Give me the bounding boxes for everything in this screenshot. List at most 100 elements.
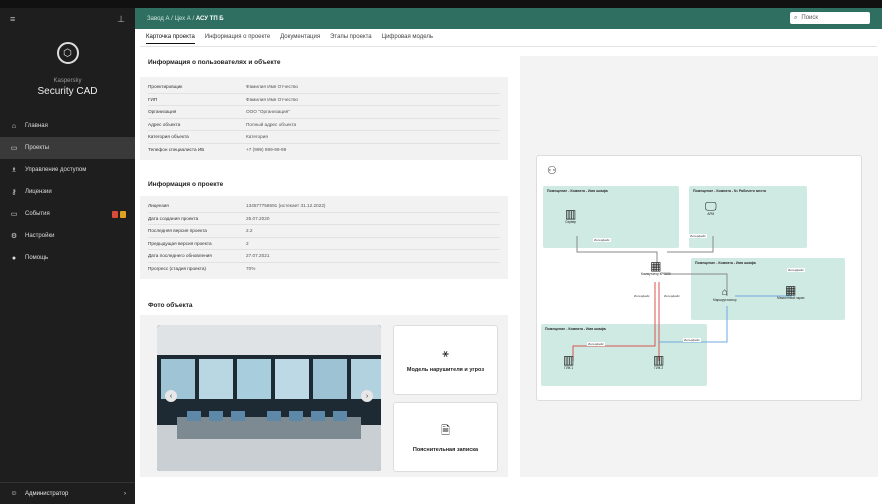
shield-logo-icon: ⬡ bbox=[56, 42, 79, 64]
sidebar-item-label: Настройки bbox=[25, 233, 55, 239]
table-row: ГИП Фамилия Имя Отчество bbox=[148, 94, 500, 106]
breadcrumb: Завод А / Цех А / АСУ ТП Б bbox=[147, 15, 224, 22]
table-row: Дата последнего обновления 27.07.2021 bbox=[148, 250, 500, 263]
link-label: Интерфейс bbox=[787, 268, 805, 272]
row-value: 2.2 bbox=[246, 228, 253, 234]
row-key: Дата создания проекта bbox=[148, 215, 199, 221]
sidebar-item[interactable]: ⚙ Настройки bbox=[0, 225, 135, 247]
row-value: 2 bbox=[246, 240, 249, 246]
sidebar-item[interactable]: ⚷ Лицензии bbox=[0, 181, 135, 203]
table-row: Организация ООО "Организация" bbox=[148, 106, 500, 119]
sidebar-item-label: Помощь bbox=[25, 255, 49, 261]
help-icon: ● bbox=[11, 254, 17, 262]
section-title-project: Информация о проекте bbox=[148, 181, 224, 188]
row-key: Категория объекта bbox=[148, 134, 189, 140]
status-badge bbox=[112, 210, 118, 218]
status-badge bbox=[120, 210, 126, 218]
row-value: Категория bbox=[246, 134, 268, 140]
table-row: Предыдущая версия проекта 2 bbox=[148, 238, 500, 250]
chevron-right-icon: › bbox=[124, 490, 126, 497]
folder-icon: ▭ bbox=[10, 145, 18, 152]
sidebar-item[interactable]: ● Помощь bbox=[0, 247, 135, 269]
tab[interactable]: Информация о проекте bbox=[205, 34, 270, 44]
row-key: Адрес объекта bbox=[148, 121, 181, 127]
sidebar-item-label: События bbox=[25, 211, 50, 217]
firewall-device[interactable]: ▦ Межсетевой экран bbox=[777, 284, 804, 300]
search-input[interactable]: ⌕ Поиск bbox=[790, 12, 870, 24]
collapse-icon[interactable]: ⊥ bbox=[117, 14, 125, 25]
table-row: Дата создания проекта 25.07.2020 bbox=[148, 213, 500, 225]
sidebar-item-label: Управление доступом bbox=[25, 167, 87, 173]
row-value: Фамилия Имя Отчество bbox=[246, 84, 299, 90]
search-icon: ⌕ bbox=[794, 14, 798, 21]
link-label: Интерфейс bbox=[683, 338, 701, 342]
user-name: Администратор bbox=[25, 490, 69, 497]
tab[interactable]: Карточка проекта bbox=[146, 34, 195, 44]
row-value: 134577758691 (истекает 31.12.2022) bbox=[246, 203, 326, 209]
explanatory-note-card[interactable]: 🗎 Пояснительная записка bbox=[393, 402, 498, 472]
table-row: Категория объекта Категория bbox=[148, 131, 500, 144]
user-menu[interactable]: ☺ Администратор › bbox=[0, 482, 135, 504]
link-label: Интерфейс bbox=[689, 234, 707, 238]
breadcrumb-item[interactable]: Завод А bbox=[147, 16, 169, 22]
row-key: Лицензия bbox=[148, 203, 169, 209]
workstation-device[interactable]: 🖵 АРМ bbox=[705, 200, 717, 216]
plc-icon: ▥ bbox=[653, 353, 665, 367]
table-row: Адрес объекта Полный адрес объекта bbox=[148, 119, 500, 131]
tab[interactable]: Цифровая модель bbox=[382, 34, 433, 44]
sidebar-nav: ⌂ Главная ▭ Проекты ♗ Управление доступом ⚷ Лиц… bbox=[0, 115, 135, 269]
section-title-users: Информация о пользователях и объекте bbox=[148, 59, 281, 66]
tab[interactable]: Документация bbox=[280, 34, 320, 44]
server-device[interactable]: ▥ Сервер bbox=[565, 208, 576, 224]
brand-small: Kaspersky bbox=[53, 78, 82, 84]
users-icon: ♗ bbox=[10, 167, 18, 174]
sidebar-item[interactable]: ⌂ Главная bbox=[0, 115, 135, 137]
row-key: Проектировщик bbox=[148, 84, 183, 90]
diagram-links bbox=[572, 236, 792, 361]
plc1-device[interactable]: ▥ ПЛК 1 bbox=[563, 354, 574, 370]
plc2-device[interactable]: ▥ ПЛК 2 bbox=[653, 354, 664, 370]
row-key: Прогресс (стадия проекта) bbox=[148, 266, 207, 272]
row-value: Фамилия Имя Отчество bbox=[246, 96, 299, 102]
users-info-table: Проектировщик Фамилия Имя Отчество ГИП Фами… bbox=[140, 77, 508, 160]
threat-model-card[interactable]: ⚹ Модель нарушителя и угроз bbox=[393, 325, 498, 395]
network-icon: ⚹ bbox=[442, 347, 449, 360]
switch-device[interactable]: ▦ Коммутатор КР6000 bbox=[641, 260, 671, 276]
table-row: Прогресс (стадия проекта) 70% bbox=[148, 263, 500, 276]
sidebar-item-label: Проекты bbox=[25, 145, 50, 151]
row-key: Организация bbox=[148, 109, 177, 115]
row-value: 25.07.2020 bbox=[246, 215, 270, 221]
home-icon: ⌂ bbox=[11, 122, 17, 130]
monitor-icon: ▭ bbox=[10, 211, 18, 218]
sidebar-item-label: Главная bbox=[25, 123, 48, 129]
photo-next-button[interactable]: › bbox=[361, 390, 373, 402]
menu-icon[interactable]: ≡ bbox=[10, 14, 15, 24]
monitor-icon: 🖵 bbox=[705, 199, 717, 213]
object-photo: ‹ › bbox=[157, 325, 381, 471]
top-strip bbox=[0, 0, 882, 8]
table-row: Последняя версия проекта 2.2 bbox=[148, 225, 500, 238]
user-icon: ☺ bbox=[10, 490, 18, 497]
breadcrumb-current: АСУ ТП Б bbox=[195, 15, 224, 22]
row-key: Телефон специалиста ИБ bbox=[148, 147, 205, 153]
row-key: Предыдущая версия проекта bbox=[148, 240, 212, 246]
tab[interactable]: Этапы проекта bbox=[330, 34, 372, 44]
brand-main: Security CAD bbox=[37, 86, 98, 97]
router-device[interactable]: ⌂ Маршрутизатор bbox=[713, 287, 737, 303]
table-row: Проектировщик Фамилия Имя Отчество bbox=[148, 81, 500, 94]
control-room-image bbox=[157, 325, 381, 471]
sidebar-item[interactable]: ▭ Проекты bbox=[0, 137, 135, 159]
card-label: Пояснительная записка bbox=[412, 446, 479, 453]
tab-bar: Карточка проекта Информация о проекте Доку… bbox=[146, 34, 433, 44]
logo: ⬡ Kaspersky Security CAD bbox=[0, 42, 135, 97]
breadcrumb-item[interactable]: Цех А bbox=[174, 16, 190, 22]
event-badges bbox=[112, 210, 126, 218]
sidebar-item-label: Лицензии bbox=[25, 189, 52, 195]
photo-prev-button[interactable]: ‹ bbox=[165, 390, 177, 402]
sidebar-item[interactable]: ♗ Управление доступом bbox=[0, 159, 135, 181]
sidebar-item[interactable]: ▭ События bbox=[0, 203, 135, 225]
row-value: 27.07.2021 bbox=[246, 253, 270, 259]
row-value: +7 (999) 999-99-99 bbox=[246, 147, 287, 153]
network-diagram[interactable]: ⚇ Помещение - Комната - Имя шкафа Помеще… bbox=[536, 155, 862, 401]
router-icon: ⌂ bbox=[721, 287, 728, 298]
